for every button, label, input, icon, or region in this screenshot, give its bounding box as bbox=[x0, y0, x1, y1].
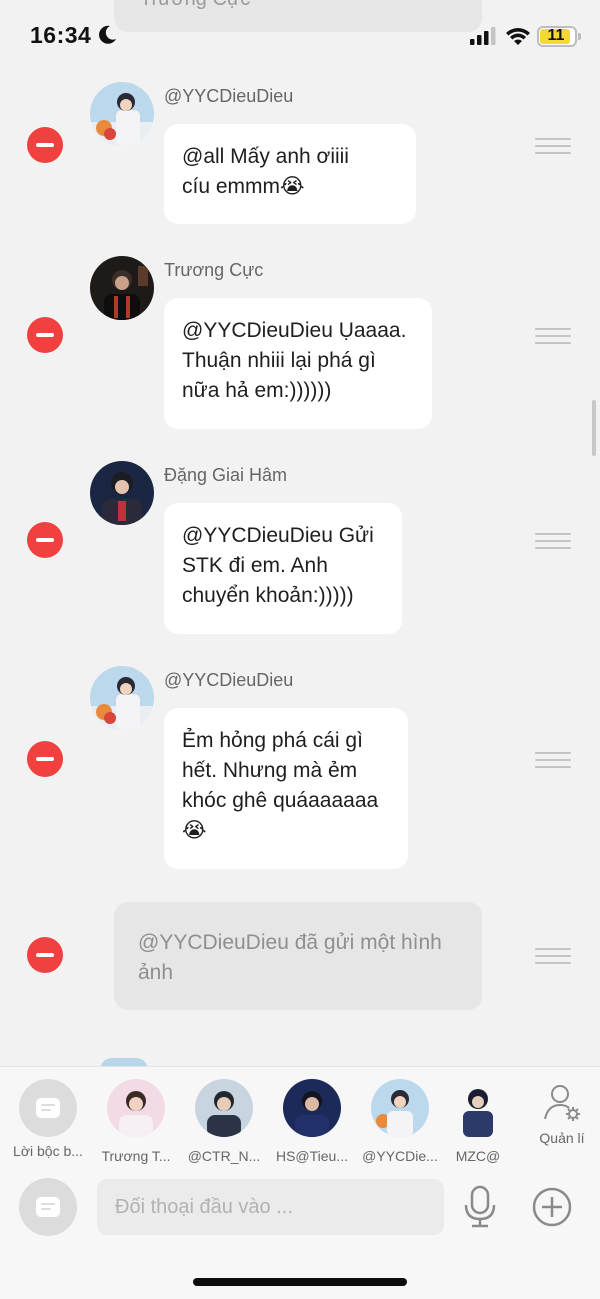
avatar[interactable] bbox=[90, 256, 154, 320]
message-line: khóc ghê quáaaaaaa bbox=[182, 789, 379, 812]
delete-button[interactable] bbox=[27, 127, 63, 163]
user-settings-icon bbox=[544, 1085, 580, 1121]
delete-button[interactable] bbox=[27, 937, 63, 973]
manage-button[interactable]: Quản lí bbox=[532, 1083, 592, 1146]
message-line: chuyển khoản:))))) bbox=[182, 584, 354, 607]
moon-icon bbox=[99, 25, 116, 44]
sender-name: @YYCDieuDieu bbox=[164, 86, 294, 106]
sender-name: Đặng Giai Hâm bbox=[164, 465, 288, 485]
message-line: nữa hả em:)))))) bbox=[182, 379, 332, 402]
avatar[interactable] bbox=[90, 82, 154, 146]
chip-label: MZC@ bbox=[455, 1148, 501, 1164]
chip-member[interactable]: Trương T... bbox=[96, 1079, 176, 1164]
message-bubble[interactable]: @YYCDieuDieu Gửi STK đi em. Anh chuyển k… bbox=[164, 503, 402, 634]
bottom-panel: Lời bộc b... Trương T... @CTR_N... HS@Ti… bbox=[0, 1066, 600, 1299]
message-line: @YYCDieuDieu Ụaaaa. bbox=[182, 319, 407, 342]
plus-icon[interactable] bbox=[531, 1186, 573, 1228]
avatar bbox=[371, 1079, 429, 1137]
delete-button[interactable] bbox=[27, 741, 63, 777]
status-bar: 16:34 11 bbox=[0, 0, 600, 70]
message-line: Ẻm hỏng phá cái gì bbox=[182, 729, 363, 752]
delete-button[interactable] bbox=[27, 317, 63, 353]
wifi-icon bbox=[506, 28, 530, 45]
message-icon[interactable] bbox=[19, 1178, 77, 1236]
avatar bbox=[195, 1079, 253, 1137]
chip-intro[interactable]: Lời bộc b... bbox=[8, 1079, 88, 1159]
home-indicator[interactable] bbox=[193, 1278, 407, 1286]
chip-label: Lời bộc b... bbox=[13, 1143, 83, 1159]
sender-name: Trương Cực bbox=[164, 260, 264, 280]
avatar bbox=[449, 1079, 507, 1137]
input-row bbox=[0, 1175, 600, 1239]
chip-label: @YYCDie... bbox=[362, 1148, 438, 1164]
message-bubble[interactable]: Ẻm hỏng phá cái gì hết. Nhưng mà ẻm khóc… bbox=[164, 708, 408, 869]
drag-handle-icon[interactable] bbox=[535, 138, 571, 154]
message-line: @all Mấy anh ơiiii bbox=[182, 145, 349, 168]
message-icon bbox=[19, 1079, 77, 1137]
battery-icon: 11 bbox=[537, 26, 581, 47]
message-bubble[interactable]: @all Mấy anh ơiiii cíu emmm😭 bbox=[164, 124, 416, 224]
chip-member[interactable]: HS@Tieu... bbox=[272, 1079, 352, 1164]
avatar[interactable] bbox=[90, 666, 154, 730]
manage-label: Quản lí bbox=[539, 1130, 585, 1146]
message-line: @YYCDieuDieu Gửi bbox=[182, 524, 374, 547]
avatar bbox=[283, 1079, 341, 1137]
battery-level: 11 bbox=[547, 27, 565, 44]
drag-handle-icon[interactable] bbox=[535, 328, 571, 344]
message-line: cíu emmm😭 bbox=[182, 175, 305, 198]
chip-member[interactable]: @YYCDie... bbox=[360, 1079, 440, 1164]
message-bubble[interactable]: @YYCDieuDieu Ụaaaa. Thuận nhiii lại phá … bbox=[164, 298, 432, 429]
sender-name: @YYCDieuDieu bbox=[164, 670, 294, 690]
chip-label: HS@Tieu... bbox=[275, 1148, 349, 1164]
drag-handle-icon[interactable] bbox=[535, 948, 571, 964]
message-input[interactable] bbox=[97, 1179, 444, 1235]
chip-member[interactable]: MZC@ bbox=[443, 1079, 513, 1164]
message-line: hết. Nhưng mà ẻm bbox=[182, 759, 358, 782]
drag-handle-icon[interactable] bbox=[535, 752, 571, 768]
delete-button[interactable] bbox=[27, 522, 63, 558]
status-time: 16:34 bbox=[30, 22, 92, 48]
message-line: STK đi em. Anh bbox=[182, 554, 328, 577]
message-line: Thuận nhiii lại phá gì bbox=[182, 349, 376, 372]
avatar[interactable] bbox=[90, 461, 154, 525]
signal-icon bbox=[470, 27, 496, 45]
microphone-icon[interactable] bbox=[463, 1185, 497, 1229]
chip-member[interactable]: @CTR_N... bbox=[184, 1079, 264, 1164]
system-message[interactable]: @YYCDieuDieu đã gửi một hình ảnh bbox=[114, 902, 482, 1010]
chip-label: Trương T... bbox=[101, 1148, 171, 1164]
chip-label: @CTR_N... bbox=[187, 1148, 261, 1164]
avatar bbox=[107, 1079, 165, 1137]
scroll-indicator[interactable] bbox=[592, 400, 596, 456]
message-line: 😭 bbox=[182, 819, 207, 842]
drag-handle-icon[interactable] bbox=[535, 533, 571, 549]
